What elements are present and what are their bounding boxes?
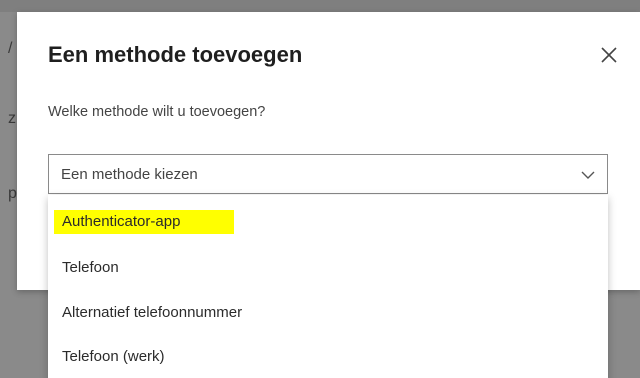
option-authenticator-app[interactable]: Authenticator-app (48, 195, 608, 239)
method-prompt: Welke methode wilt u toevoegen? (48, 104, 266, 120)
chevron-down-icon (581, 171, 595, 179)
dialog-title: Een methode toevoegen (48, 42, 303, 67)
background-strip (0, 0, 640, 12)
background-text-fragment: p (8, 185, 17, 202)
option-label: Authenticator-app (62, 213, 181, 230)
screen: / z p Een methode toevoegen Welke method… (0, 0, 640, 378)
method-select[interactable]: Een methode kiezen (48, 154, 608, 194)
method-select-value: Een methode kiezen (61, 166, 198, 183)
background-text-fragment: / (8, 40, 13, 57)
option-alternatief-telefoonnummer[interactable]: Alternatief telefoonnummer (48, 292, 608, 336)
background-text-fragment: z (8, 110, 16, 127)
option-label: Telefoon (werk) (62, 348, 165, 365)
option-telefoon-werk[interactable]: Telefoon (werk) (48, 336, 608, 378)
option-label: Alternatief telefoonnummer (62, 304, 243, 321)
method-dropdown-list: Authenticator-app Telefoon Alternatief t… (48, 195, 608, 378)
option-label: Telefoon (62, 259, 119, 276)
option-telefoon[interactable]: Telefoon (48, 247, 608, 291)
close-button[interactable] (596, 42, 622, 68)
close-icon (601, 47, 617, 63)
